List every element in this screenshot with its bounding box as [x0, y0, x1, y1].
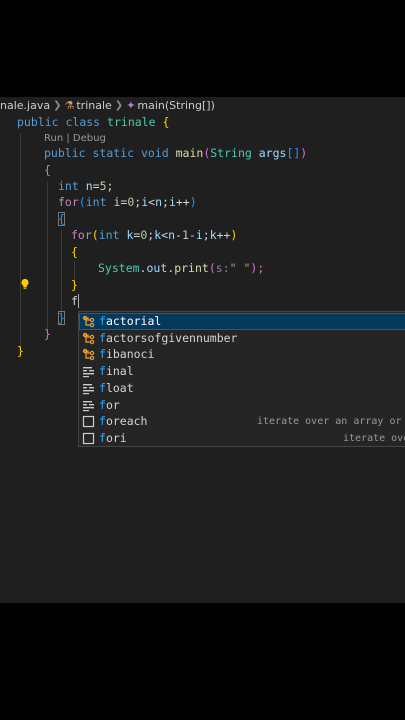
code-line: } [17, 344, 24, 358]
suggestion-detail: iterate over an array or I [257, 416, 405, 428]
breadcrumb-class[interactable]: ⚗ trinale [64, 99, 111, 112]
code-line: System.out.print(s:" "); [98, 261, 265, 275]
breadcrumb: nale.java ❯ ⚗ trinale ❯ ✦ main(String[]) [0, 97, 405, 114]
class-icon [82, 348, 95, 361]
suggestion-rest: loat [105, 380, 134, 395]
suggestion-label: factorsofgivennumber [99, 330, 238, 347]
code-line: public static void main(String args[]) [44, 146, 308, 160]
breadcrumb-method[interactable]: ✦ main(String[]) [126, 99, 215, 112]
suggestion-rest: actorial [105, 314, 162, 328]
snippet-icon [82, 432, 95, 445]
suggestion-match: f [99, 380, 106, 395]
suggestion-item[interactable]: float [79, 380, 405, 397]
code-line: public class trinale { [17, 115, 170, 129]
suggestion-label: factorial [99, 313, 161, 330]
suggestion-item[interactable]: fori iterate ove [79, 430, 405, 446]
suggestion-rest: or [105, 397, 120, 412]
indent-guide [20, 133, 21, 349]
suggestion-item[interactable]: factorial [79, 313, 405, 330]
suggestion-rest: actorsofgivennumber [105, 330, 238, 345]
suggestion-label: float [99, 380, 134, 397]
suggestion-match: f [99, 430, 106, 445]
indent-guide [47, 181, 48, 331]
code-line: for(int i=0;i<n;i++) [58, 195, 197, 209]
keyword-icon [82, 399, 95, 412]
code-line: } [44, 327, 51, 341]
keyword-icon [82, 382, 95, 395]
code-line: } [71, 278, 78, 292]
suggestion-rest: ori [105, 430, 127, 445]
suggestion-label: fori [99, 430, 127, 446]
code-line: } [58, 311, 65, 325]
keyword-icon [82, 365, 95, 378]
suggestion-item[interactable]: factorsofgivennumber [79, 330, 405, 347]
suggestion-item[interactable]: final [79, 363, 405, 380]
indent-guide [61, 230, 62, 314]
code-line: { [44, 163, 51, 177]
breadcrumb-file[interactable]: nale.java [0, 99, 50, 112]
code-line: { [58, 212, 65, 226]
suggestion-match: f [99, 314, 106, 328]
suggestion-item[interactable]: for [79, 397, 405, 414]
class-icon [82, 315, 95, 328]
suggestion-label: foreach [99, 413, 147, 430]
suggestion-match: f [99, 414, 106, 429]
autocomplete-suggestions[interactable]: factorial factorsofgivennumber fibanoci fin… [78, 311, 405, 447]
suggestion-rest: oreach [105, 414, 148, 429]
suggestion-item[interactable]: foreach iterate over an array or I [79, 413, 405, 430]
chevron-right-icon: ❯ [53, 100, 62, 111]
suggestion-rest: ibanoci [105, 347, 155, 362]
class-icon: ⚗ [64, 99, 75, 112]
codelens-run-debug[interactable]: Run | Debug [44, 132, 106, 146]
suggestion-label: final [99, 363, 134, 380]
chevron-right-icon: ❯ [114, 100, 124, 111]
suggestion-detail: iterate ove [343, 432, 405, 444]
lightbulb-icon[interactable] [20, 278, 30, 290]
code-line: f [71, 294, 78, 308]
breadcrumb-class-label: trinale [76, 99, 112, 112]
method-icon: ✦ [126, 99, 136, 112]
breadcrumb-method-label: main(String[]) [137, 99, 215, 112]
suggestion-match: f [99, 347, 106, 362]
suggestion-match: f [99, 397, 106, 412]
suggestion-rest: inal [105, 364, 134, 379]
code-line: for(int k=0;k<n-1-i;k++) [71, 228, 238, 242]
snippet-icon [82, 415, 95, 428]
class-icon [82, 332, 95, 345]
suggestion-label: fibanoci [99, 346, 154, 363]
code-line: int n=5; [58, 179, 114, 193]
suggestion-match: f [99, 364, 106, 379]
suggestion-match: f [99, 330, 106, 345]
suggestion-item[interactable]: fibanoci [79, 346, 405, 363]
suggestion-label: for [99, 397, 120, 414]
text-cursor [78, 294, 79, 308]
code-line: { [71, 245, 78, 259]
